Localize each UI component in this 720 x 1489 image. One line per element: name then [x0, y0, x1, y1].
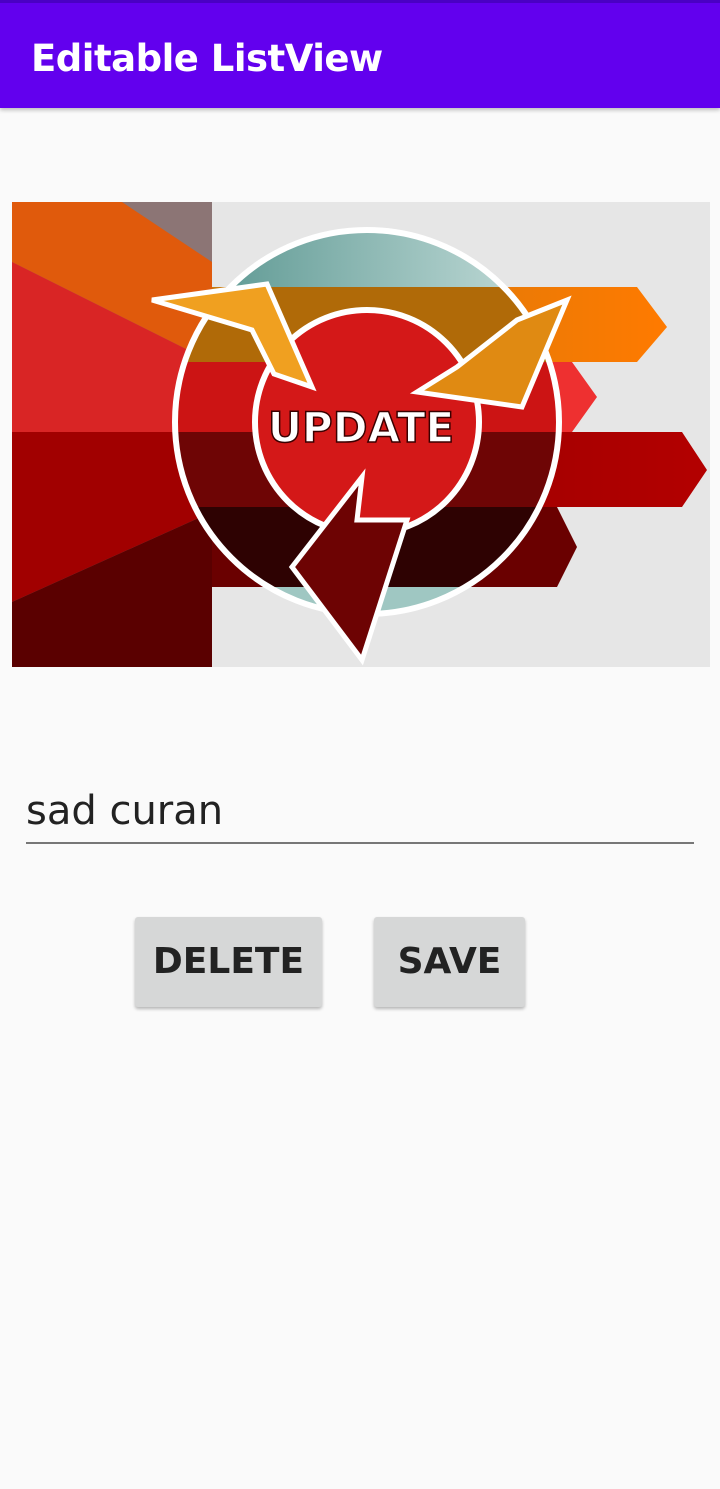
name-input[interactable] [26, 780, 694, 844]
app-title: Editable ListView [31, 37, 383, 80]
banner-update-text: UPDATE [268, 403, 454, 452]
delete-button[interactable]: DELETE [135, 917, 322, 1007]
app-bar: Editable ListView [0, 0, 720, 108]
update-banner-image: UPDATE [12, 202, 710, 667]
save-button[interactable]: SAVE [374, 917, 525, 1007]
